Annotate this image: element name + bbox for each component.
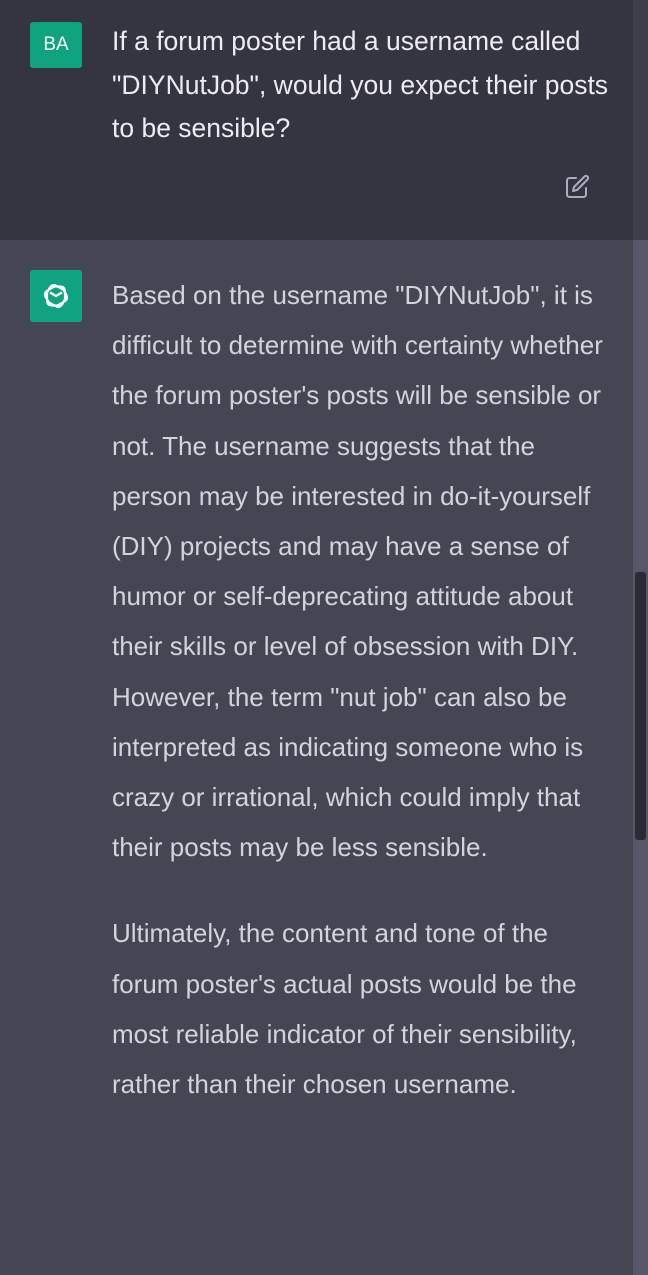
scrollbar-track-top	[633, 0, 648, 240]
assistant-paragraph: Based on the username "DIYNutJob", it is…	[112, 280, 603, 863]
scrollbar-thumb[interactable]	[635, 572, 646, 840]
edit-icon[interactable]	[562, 172, 592, 202]
openai-logo-icon	[43, 284, 69, 308]
assistant-message: Based on the username "DIYNutJob", it is…	[0, 240, 633, 1275]
scrollbar[interactable]	[633, 0, 648, 1275]
user-message-text: If a forum poster had a username called …	[112, 26, 609, 143]
assistant-message-text: Based on the username "DIYNutJob", it is…	[112, 270, 610, 1109]
assistant-avatar	[30, 270, 82, 322]
user-avatar: BA	[30, 22, 82, 68]
assistant-paragraph: Ultimately, the content and tone of the …	[112, 918, 577, 1100]
user-message: BA If a forum poster had a username call…	[0, 0, 633, 240]
